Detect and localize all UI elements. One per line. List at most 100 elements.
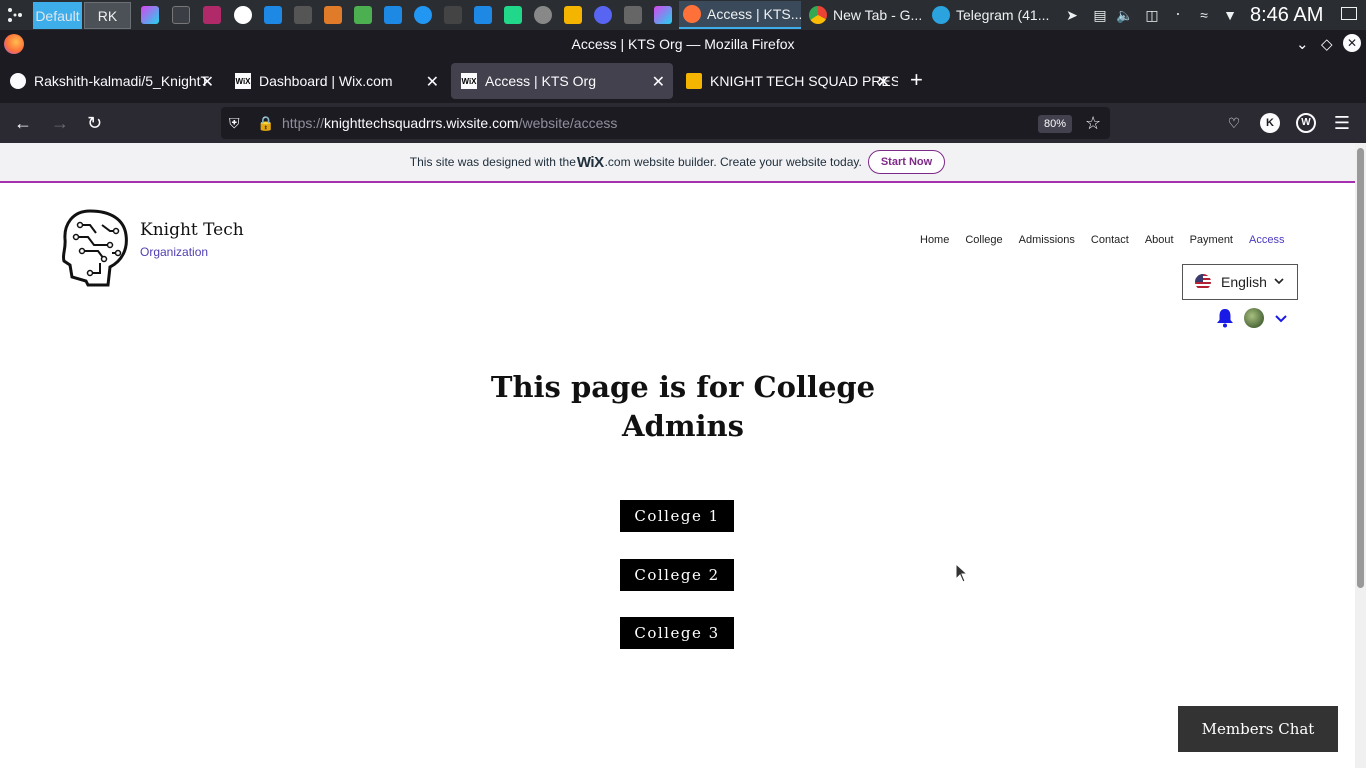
user-avatar[interactable] [1244, 308, 1264, 328]
tab-wix-dashboard-label: Dashboard | Wix.com [259, 73, 393, 89]
minimize-icon[interactable]: ⌄ [1296, 35, 1309, 53]
wix-promo-banner: This site was designed with the WiX .com… [0, 143, 1355, 183]
banner-text-after: .com website builder. Create your websit… [604, 155, 862, 169]
url-bar[interactable]: ⛨ 🔒 https://knighttechsquadrrs.wixsite.c… [221, 107, 1110, 139]
downloader-icon[interactable] [474, 6, 492, 24]
hamburger-menu-icon[interactable]: ☰ [1332, 113, 1352, 133]
vscode-icon[interactable] [264, 6, 282, 24]
back-button[interactable]: ← [14, 112, 32, 134]
volume-icon[interactable]: 🔈 [1116, 7, 1133, 23]
page-viewport: This site was designed with the WiX .com… [0, 143, 1366, 768]
clipboard-icon[interactable]: ▤ [1092, 7, 1108, 23]
network-app-icon[interactable] [414, 6, 432, 24]
nav-home[interactable]: Home [920, 234, 949, 246]
task-chrome-label: New Tab - G... [833, 7, 923, 23]
reload-button[interactable]: ↻ [87, 112, 102, 134]
tab-wix-dashboard[interactable]: WiX Dashboard | Wix.com ✕ [225, 63, 447, 99]
bookmark-star-icon[interactable]: ☆ [1085, 113, 1101, 134]
url-scheme: https:// [282, 115, 325, 131]
banner-text-before: This site was designed with the [409, 155, 576, 169]
writer-icon[interactable] [234, 6, 252, 24]
package-icon[interactable] [324, 6, 342, 24]
us-flag-icon [1195, 274, 1211, 290]
knight-tech-logo-icon[interactable] [60, 207, 130, 287]
scrollbar-thumb[interactable] [1357, 148, 1364, 588]
account-k-icon[interactable]: K [1260, 113, 1280, 133]
app-launcher-icon[interactable] [6, 6, 24, 24]
members-chat-button[interactable]: Members Chat [1178, 706, 1338, 752]
page-scrollbar[interactable] [1355, 143, 1366, 768]
pocket-icon[interactable]: ♡ [1224, 113, 1244, 133]
tab-access-active[interactable]: WiX Access | KTS Org ✕ [451, 63, 673, 99]
wifi-icon[interactable]: ≈ [1196, 7, 1212, 23]
browser-navbar: ← → ↻ ⛨ 🔒 https://knighttechsquadrrs.wix… [0, 103, 1366, 143]
tab-close-icon[interactable]: ✕ [877, 72, 890, 92]
show-desktop-icon[interactable] [1341, 7, 1357, 20]
account-chevron-icon[interactable] [1274, 313, 1288, 325]
notification-bell-icon[interactable] [1216, 308, 1234, 328]
notes-icon[interactable] [294, 6, 312, 24]
window-title: Access | KTS Org — Mozilla Firefox [571, 36, 795, 52]
language-selector[interactable]: English [1182, 264, 1298, 300]
mouse-cursor-icon [955, 563, 969, 583]
url-path: /website/access [518, 115, 618, 131]
nav-payment[interactable]: Payment [1190, 234, 1233, 246]
task-telegram[interactable]: Telegram (41... [928, 1, 1050, 29]
bluetooth-icon[interactable]: ᛫ [1170, 7, 1186, 23]
tray-expand-icon[interactable]: ▼ [1222, 7, 1238, 23]
maximize-icon[interactable]: ◇ [1321, 35, 1333, 53]
url-text[interactable]: https://knighttechsquadrrs.wixsite.com/w… [282, 115, 617, 131]
nav-about[interactable]: About [1145, 234, 1174, 246]
nav-contact[interactable]: Contact [1091, 234, 1129, 246]
lock-icon[interactable]: 🔒 [257, 115, 274, 132]
task-firefox[interactable]: Access | KTS... [679, 1, 801, 29]
college-3-button[interactable]: College 3 [620, 617, 734, 649]
telegram-tray-icon[interactable]: ➤ [1064, 7, 1080, 23]
transfer-app-icon[interactable] [624, 6, 642, 24]
extension-w-icon[interactable]: W [1296, 113, 1316, 133]
tab-github[interactable]: Rakshith-kalmadi/5_KnightT ✕ [0, 63, 222, 99]
connector-app-icon[interactable] [564, 6, 582, 24]
app-launcher-1-icon[interactable] [141, 6, 159, 24]
file-manager-icon[interactable] [384, 6, 402, 24]
battery-icon[interactable]: ◫ [1144, 7, 1160, 23]
start-now-button[interactable]: Start Now [867, 150, 946, 174]
tab-close-icon[interactable]: ✕ [201, 72, 214, 92]
tab-close-icon[interactable]: ✕ [652, 72, 665, 92]
zoom-level-badge[interactable]: 80% [1038, 115, 1072, 133]
tab-close-icon[interactable]: ✕ [426, 72, 439, 92]
nav-access[interactable]: Access [1249, 234, 1284, 246]
url-host: knighttechsquadrrs.wixsite.com [324, 115, 519, 131]
chevron-down-icon [1274, 278, 1284, 285]
pycharm-icon[interactable] [504, 6, 522, 24]
workspace-default[interactable]: Default [33, 2, 82, 29]
video-editor-icon[interactable] [203, 6, 221, 24]
discord-icon[interactable] [594, 6, 612, 24]
app-launcher-2-icon[interactable] [654, 6, 672, 24]
tab-slides[interactable]: KNIGHT TECH SQUAD PRES ✕ [676, 63, 898, 99]
globe-app-icon[interactable] [534, 6, 552, 24]
nav-college[interactable]: College [965, 234, 1002, 246]
firefox-icon [683, 5, 701, 23]
image-viewer-icon[interactable] [354, 6, 372, 24]
college-2-button[interactable]: College 2 [620, 559, 734, 591]
terminal-icon[interactable] [172, 6, 190, 24]
brand-name[interactable]: Knight Tech [140, 220, 244, 240]
language-label: English [1221, 274, 1267, 290]
brand-subtitle: Organization [140, 245, 209, 259]
new-tab-button[interactable]: + [910, 69, 923, 91]
task-chrome[interactable]: New Tab - G... [805, 1, 925, 29]
clock[interactable]: 8:46 AM [1250, 4, 1323, 27]
tab-github-label: Rakshith-kalmadi/5_KnightT [34, 73, 210, 89]
site-nav-menu: Home College Admissions Contact About Pa… [920, 234, 1284, 246]
nav-admissions[interactable]: Admissions [1019, 234, 1075, 246]
tab-slides-label: KNIGHT TECH SQUAD PRES [710, 73, 898, 89]
close-window-icon[interactable]: ✕ [1343, 34, 1361, 52]
page-heading-line2: Admins [622, 409, 744, 443]
tracking-shield-icon[interactable]: ⛨ [229, 115, 240, 132]
system-monitor-icon[interactable] [444, 6, 462, 24]
wix-icon: WiX [235, 73, 251, 89]
workspace-rk[interactable]: RK [84, 2, 131, 29]
college-1-button[interactable]: College 1 [620, 500, 734, 532]
forward-button[interactable]: → [51, 112, 69, 134]
